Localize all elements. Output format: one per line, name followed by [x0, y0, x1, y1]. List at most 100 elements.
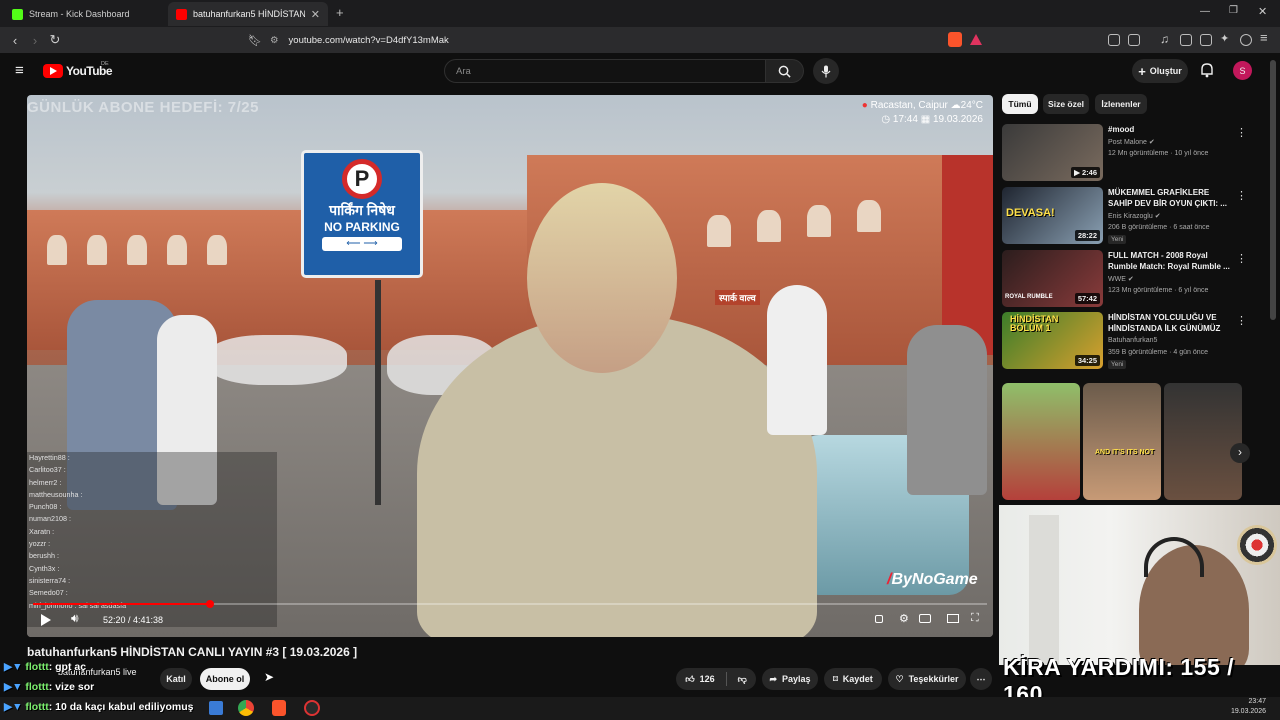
location-overlay: ● Racastan, Caipur ☁24°C ◷ 17:44 ▦ 19.03…	[862, 99, 983, 127]
shorts-next-icon[interactable]: ›	[1230, 443, 1250, 463]
play-icon[interactable]	[41, 614, 51, 626]
leo-ai-icon[interactable]: ✦	[1220, 32, 1229, 45]
chip-for-you[interactable]: Size özel	[1043, 94, 1089, 114]
rec-title[interactable]: FULL MATCH - 2008 Royal Rumble Match: Ro…	[1108, 251, 1232, 272]
calendar-icon: ▦	[920, 114, 931, 125]
media-icon[interactable]: ♫	[1160, 32, 1169, 46]
file-explorer-icon[interactable]	[209, 701, 223, 715]
minimize-icon[interactable]: —	[1200, 6, 1210, 17]
obs-icon[interactable]	[304, 700, 320, 716]
save-button[interactable]: ⌑ Kaydet	[824, 668, 882, 690]
hamburger-menu-icon[interactable]: ≡	[15, 62, 24, 79]
subscriber-goal-overlay: GÜNLÜK ABONE HEDEFİ: 7/25	[27, 99, 259, 116]
video-player[interactable]: P पार्किंग निषेध NO PARKING ⟵ ⟶ GÜNLÜK A…	[27, 95, 993, 637]
badge-icon: ▶▼	[4, 681, 23, 693]
no-parking-icon: P	[342, 159, 382, 199]
recommendation-item[interactable]: HİNDİSTAN BÖLÜM 1 34:25 HİNDİSTAN YOLCUL…	[1002, 312, 1262, 370]
verified-icon: ✔	[1127, 276, 1134, 283]
more-vert-icon[interactable]: ⋮	[1236, 252, 1247, 265]
rec-title[interactable]: MÜKEMMEL GRAFİKLERE SAHİP DEV BİR OYUN Ç…	[1108, 188, 1232, 209]
chat-overlay-line: Punch08 :	[29, 502, 62, 512]
shorts-thumbnail[interactable]	[1164, 383, 1242, 500]
scrubber-handle[interactable]	[206, 600, 214, 608]
share-button[interactable]: ➦ Paylaş	[762, 668, 818, 690]
avatar[interactable]: S	[1233, 61, 1252, 80]
search-input[interactable]: Ara	[444, 59, 766, 83]
theater-icon[interactable]	[947, 614, 959, 623]
more-vert-icon[interactable]: ⋮	[1236, 189, 1247, 202]
video-thumbnail[interactable]: ROYAL RUMBLE 57:42	[1002, 250, 1103, 307]
shorts-thumbnail[interactable]: AND IT'S ITS NOT	[1083, 383, 1161, 500]
rec-channel[interactable]: WWE ✔	[1108, 275, 1134, 283]
chrome-icon[interactable]	[238, 700, 254, 716]
brave-rewards-icon[interactable]	[970, 34, 982, 45]
rec-title[interactable]: HİNDİSTAN YOLCULUĞU VE HİNDİSTANDA İLK G…	[1108, 313, 1232, 334]
rec-title[interactable]: #mood	[1108, 125, 1232, 136]
more-vert-icon[interactable]: ⋮	[1236, 126, 1247, 139]
menu-icon[interactable]: ≡	[1260, 30, 1268, 45]
back-icon[interactable]: ‹	[6, 31, 24, 49]
tab-youtube[interactable]: batuhanfurkan5 HİNDİSTAN CANL ✕	[168, 2, 328, 26]
subscribe-button[interactable]: Abone ol	[200, 668, 250, 690]
location-text: Racastan, Caipur	[870, 100, 948, 111]
youtube-logo-icon[interactable]	[43, 64, 63, 78]
tab-kick-dashboard[interactable]: Stream - Kick Dashboard	[4, 2, 164, 26]
autoplay-toggle-icon[interactable]	[875, 615, 883, 623]
thumbs-down-icon[interactable]: 👎︎	[738, 674, 747, 685]
search-button[interactable]	[766, 59, 804, 83]
address-bar[interactable]: ⚙ youtube.com/watch?v=D4dfY13mMak	[270, 31, 990, 49]
chat-user: flottt	[25, 701, 49, 713]
vpn-icon[interactable]	[1240, 34, 1252, 46]
video-thumbnail[interactable]: HİNDİSTAN BÖLÜM 1 34:25	[1002, 312, 1103, 369]
site-settings-icon[interactable]: ⚙	[270, 35, 279, 46]
volume-icon[interactable]: 🔊︎	[71, 611, 79, 626]
sidebar-icon[interactable]	[1180, 34, 1192, 46]
miniplayer-icon[interactable]	[919, 614, 931, 623]
chat-overlay-line: helmerr2 :	[29, 477, 62, 487]
verified-icon: ✔	[1154, 213, 1161, 220]
save-label: Kaydet	[842, 674, 873, 684]
forward-icon[interactable]: ›	[26, 31, 44, 49]
streamer-head	[527, 183, 677, 373]
extensions-icon[interactable]	[1108, 34, 1120, 46]
rec-channel[interactable]: Enis Kirazoglu ✔	[1108, 212, 1161, 220]
bystander	[767, 285, 827, 435]
brave-shields-icon[interactable]	[948, 32, 962, 47]
rec-channel[interactable]: Batuhanfurkan5	[1108, 337, 1157, 344]
restore-icon[interactable]: ❐	[1229, 5, 1238, 16]
video-thumbnail[interactable]: DEVASA! 28:22	[1002, 187, 1103, 244]
settings-icon[interactable]: ⚙	[899, 612, 909, 625]
like-button[interactable]: 👍︎ 126	[685, 674, 714, 685]
create-button[interactable]: + Oluştur	[1132, 59, 1188, 83]
thumbs-up-icon: 👍︎	[685, 673, 695, 684]
recommendation-item[interactable]: ROYAL RUMBLE 57:42 FULL MATCH - 2008 Roy…	[1002, 250, 1262, 308]
bookmark-icon[interactable]: 🔖︎	[246, 31, 264, 49]
page-scrollbar[interactable]	[1270, 60, 1276, 320]
wallet-icon[interactable]	[1200, 34, 1212, 46]
notifications-icon[interactable]	[1200, 62, 1214, 83]
kick-favicon-icon	[12, 8, 23, 20]
video-progress-bar[interactable]	[33, 600, 987, 608]
voice-search-button[interactable]	[813, 58, 839, 84]
close-tab-icon[interactable]: ✕	[311, 8, 320, 21]
more-vert-icon[interactable]: ⋮	[1236, 314, 1247, 327]
chip-all[interactable]: Tümü	[1002, 94, 1038, 114]
cloud-icon: ☁	[950, 100, 961, 111]
recommendation-item[interactable]: DEVASA! 28:22 MÜKEMMEL GRAFİKLERE SAHİP …	[1002, 187, 1262, 245]
chip-label: İzlenenler	[1101, 99, 1141, 109]
shorts-thumbnail[interactable]	[1002, 383, 1080, 500]
chat-overlay-line: mattheusounha :	[29, 489, 83, 499]
video-thumbnail[interactable]: ▶ 2:46	[1002, 124, 1103, 181]
chip-watched[interactable]: İzlenenler	[1095, 94, 1147, 114]
thanks-button[interactable]: ♡ Teşekkürler	[888, 668, 966, 690]
close-window-icon[interactable]: ✕	[1258, 5, 1267, 18]
brave-taskbar-icon[interactable]	[272, 700, 286, 716]
recommendation-item[interactable]: ▶ 2:46 #mood Post Malone ✔ 12 Mn görüntü…	[1002, 124, 1262, 182]
join-button[interactable]: Katıl	[160, 668, 192, 690]
more-actions-button[interactable]: ⋯	[970, 668, 992, 690]
new-tab-icon[interactable]: +	[336, 5, 344, 20]
fullscreen-icon[interactable]: ⛶	[971, 612, 979, 625]
reload-icon[interactable]: ↻	[46, 31, 64, 49]
screenshot-icon[interactable]	[1128, 34, 1140, 46]
rec-channel[interactable]: Post Malone ✔	[1108, 138, 1155, 146]
